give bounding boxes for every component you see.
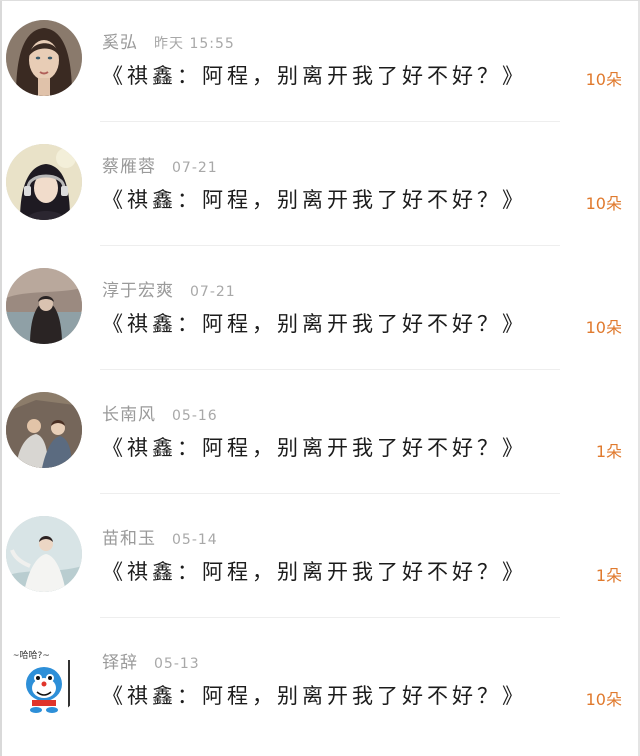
row-divider	[100, 121, 560, 122]
list-item[interactable]: 长南风 05-16 《祺鑫：阿程，别离开我了好不好？》 1朵	[0, 372, 640, 496]
list-item[interactable]: ~哈哈?~ 铎辞 05-13 《祺鑫：阿程，别离开我了好不好？》 10朵	[0, 620, 640, 744]
item-meta: 长南风 05-16	[102, 400, 218, 425]
portrait-woman-dark-hair-icon	[6, 20, 82, 96]
message-text[interactable]: 《祺鑫：阿程，别离开我了好不好？》	[102, 680, 527, 710]
post-time: 05-13	[154, 656, 200, 672]
item-meta: 奚弘 昨天 15:55	[102, 28, 235, 53]
portrait-dancer-white-icon	[6, 516, 82, 592]
flower-count: 10朵	[585, 70, 622, 89]
avatar[interactable]	[6, 20, 82, 96]
flower-count: 10朵	[585, 194, 622, 213]
flower-count: 1朵	[595, 566, 622, 585]
user-name[interactable]: 淳于宏爽	[102, 281, 174, 301]
avatar[interactable]	[6, 516, 82, 592]
avatar[interactable]	[6, 392, 82, 468]
portrait-couple-rocks-icon	[6, 392, 82, 468]
item-meta: 铎辞 05-13	[102, 648, 200, 673]
avatar[interactable]	[6, 144, 82, 220]
user-name[interactable]: 蔡雁蓉	[102, 157, 156, 177]
post-time: 05-14	[172, 532, 218, 548]
user-name[interactable]: 铎辞	[102, 653, 138, 673]
message-text[interactable]: 《祺鑫：阿程，别离开我了好不好？》	[102, 556, 527, 586]
row-divider	[100, 493, 560, 494]
message-text[interactable]: 《祺鑫：阿程，别离开我了好不好？》	[102, 308, 527, 338]
message-text[interactable]: 《祺鑫：阿程，别离开我了好不好？》	[102, 60, 527, 90]
post-time: 05-16	[172, 408, 218, 424]
portrait-person-lakeside-icon	[6, 268, 82, 344]
post-time: 07-21	[190, 284, 236, 300]
gift-list-page: 奚弘 昨天 15:55 《祺鑫：阿程，别离开我了好不好？》 10朵 蔡雁蓉 07-2…	[0, 0, 640, 756]
user-name[interactable]: 奚弘	[102, 33, 138, 53]
portrait-girl-headphones-icon	[6, 144, 82, 220]
post-time: 昨天 15:55	[154, 36, 235, 52]
avatar[interactable]: ~哈哈?~	[6, 640, 82, 716]
item-meta: 蔡雁蓉 07-21	[102, 152, 218, 177]
list-item[interactable]: 苗和玉 05-14 《祺鑫：阿程，别离开我了好不好？》 1朵	[0, 496, 640, 620]
list-item[interactable]: 淳于宏爽 07-21 《祺鑫：阿程，别离开我了好不好？》 10朵	[0, 248, 640, 372]
list-item[interactable]: 蔡雁蓉 07-21 《祺鑫：阿程，别离开我了好不好？》 10朵	[0, 124, 640, 248]
flower-count: 1朵	[595, 442, 622, 461]
user-name[interactable]: 长南风	[102, 405, 156, 425]
item-meta: 苗和玉 05-14	[102, 524, 218, 549]
message-text[interactable]: 《祺鑫：阿程，别离开我了好不好？》	[102, 184, 527, 214]
post-time: 07-21	[172, 160, 218, 176]
item-meta: 淳于宏爽 07-21	[102, 276, 236, 301]
message-text[interactable]: 《祺鑫：阿程，别离开我了好不好？》	[102, 432, 527, 462]
user-name[interactable]: 苗和玉	[102, 529, 156, 549]
row-divider	[100, 617, 560, 618]
cartoon-blue-cat-icon: ~哈哈?~	[6, 640, 82, 716]
flower-count: 10朵	[585, 690, 622, 709]
avatar[interactable]	[6, 268, 82, 344]
avatar-caption: ~哈哈?~	[12, 649, 50, 661]
list-item[interactable]: 奚弘 昨天 15:55 《祺鑫：阿程，别离开我了好不好？》 10朵	[0, 0, 640, 124]
row-divider	[100, 369, 560, 370]
flower-count: 10朵	[585, 318, 622, 337]
row-divider	[100, 245, 560, 246]
